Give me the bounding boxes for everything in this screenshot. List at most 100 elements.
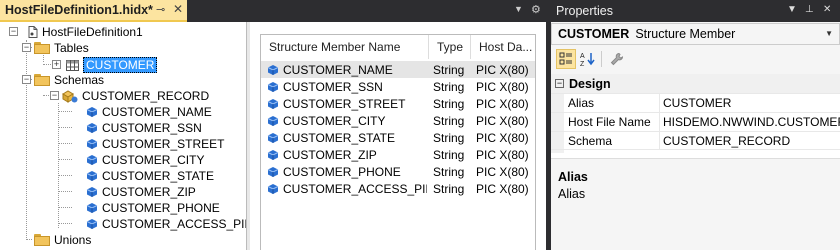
- member-icon: [267, 115, 279, 127]
- properties-pane: Properties ▼ ⊥ ✕ CUSTOMER Structure Memb…: [551, 0, 840, 250]
- row-type: String: [433, 113, 465, 128]
- list-row[interactable]: CUSTOMER_ACCESS_PIN String PIC X(80): [261, 180, 535, 197]
- tree-item-member[interactable]: CUSTOMER_STATE: [86, 168, 214, 184]
- tree-item-member[interactable]: CUSTOMER_STREET: [86, 136, 224, 152]
- collapse-tables-toggle[interactable]: −: [22, 43, 31, 52]
- property-value[interactable]: CUSTOMER_RECORD: [659, 132, 840, 150]
- collapse-schemas-toggle[interactable]: −: [22, 75, 31, 84]
- tree-connector: [26, 239, 32, 240]
- tree-item-member[interactable]: CUSTOMER_CITY: [86, 152, 204, 168]
- row-name: CUSTOMER_ACCESS_PIN: [283, 181, 427, 196]
- tree-item-schemas[interactable]: Schemas: [34, 72, 104, 88]
- member-icon: [267, 98, 279, 110]
- close-icon[interactable]: ✕: [823, 4, 831, 15]
- list-row[interactable]: CUSTOMER_SSN String PIC X(80): [261, 78, 535, 95]
- document-tab[interactable]: HostFileDefinition1.hidx* ⊸ ✕: [0, 0, 187, 22]
- tree-label-member: CUSTOMER_CITY: [102, 153, 205, 167]
- category-design[interactable]: − Design: [551, 74, 840, 93]
- row-name: CUSTOMER_STREET: [283, 96, 406, 111]
- member-icon: [267, 166, 279, 178]
- member-icon: [86, 106, 98, 118]
- tree-item-member[interactable]: CUSTOMER_ZIP: [86, 184, 196, 200]
- categorized-icon: [559, 52, 572, 65]
- wrench-icon: [610, 52, 624, 66]
- column-header-type[interactable]: Type: [429, 35, 471, 59]
- list-row[interactable]: CUSTOMER_PHONE String PIC X(80): [261, 163, 535, 180]
- collapse-category-toggle[interactable]: −: [555, 79, 564, 88]
- tree-item-member[interactable]: CUSTOMER_ACCESS_PIN: [86, 216, 246, 232]
- tree-label-member: CUSTOMER_SSN: [102, 121, 202, 135]
- column-header-host-data[interactable]: Host Da...: [471, 35, 535, 59]
- pin-icon[interactable]: ⊸: [156, 3, 165, 16]
- member-icon: [86, 186, 98, 198]
- property-grid: − Design Alias CUSTOMER Host File Name H…: [551, 74, 840, 158]
- row-host-data: PIC X(80): [476, 181, 529, 196]
- member-icon: [86, 122, 98, 134]
- collapse-record-toggle[interactable]: −: [50, 91, 59, 100]
- object-name: CUSTOMER: [558, 27, 630, 41]
- table-icon: [66, 59, 79, 71]
- tree-item-customer-record[interactable]: CUSTOMER_RECORD: [62, 88, 209, 104]
- description-panel: Alias Alias: [551, 166, 840, 250]
- sort-alpha-icon: AZ: [580, 53, 595, 67]
- member-icon: [86, 170, 98, 182]
- list-row[interactable]: CUSTOMER_CITY String PIC X(80): [261, 112, 535, 129]
- property-value[interactable]: CUSTOMER: [659, 94, 840, 112]
- tree-label-member: CUSTOMER_ZIP: [102, 185, 196, 199]
- tree-item-member[interactable]: CUSTOMER_PHONE: [86, 200, 220, 216]
- row-name: CUSTOMER_STATE: [283, 130, 396, 145]
- list-row[interactable]: CUSTOMER_ZIP String PIC X(80): [261, 146, 535, 163]
- tree-item-member[interactable]: CUSTOMER_NAME: [86, 104, 212, 120]
- pin-icon[interactable]: ⊥: [805, 4, 814, 15]
- window-dropdown-icon[interactable]: ▼: [787, 4, 797, 15]
- row-type: String: [433, 62, 465, 77]
- chevron-down-icon[interactable]: ▼: [825, 29, 833, 38]
- member-icon: [86, 218, 98, 230]
- tree-label-member: CUSTOMER_NAME: [102, 105, 212, 119]
- alphabetical-button[interactable]: AZ: [578, 49, 598, 69]
- list-row[interactable]: CUSTOMER_STREET String PIC X(80): [261, 95, 535, 112]
- row-host-data: PIC X(80): [476, 113, 529, 128]
- settings-icon[interactable]: ⚙: [531, 3, 541, 16]
- member-icon: [267, 81, 279, 93]
- row-name: CUSTOMER_CITY: [283, 113, 386, 128]
- description-text: Alias: [558, 187, 586, 201]
- tree-connector: [58, 207, 72, 208]
- row-type: String: [433, 147, 465, 162]
- tree-item-member[interactable]: CUSTOMER_SSN: [86, 120, 202, 136]
- tree-label-schemas: Schemas: [54, 73, 105, 87]
- row-host-data: PIC X(80): [476, 164, 529, 179]
- tab-dropdown-icon[interactable]: ▼: [514, 4, 523, 14]
- row-host-data: PIC X(80): [476, 96, 529, 111]
- list-row[interactable]: CUSTOMER_NAME String PIC X(80): [261, 61, 535, 78]
- close-icon[interactable]: ✕: [173, 2, 183, 16]
- properties-title: Properties: [556, 4, 613, 18]
- list-row[interactable]: CUSTOMER_STATE String PIC X(80): [261, 129, 535, 146]
- column-header-name[interactable]: Structure Member Name: [261, 35, 429, 59]
- tree-label-member: CUSTOMER_STREET: [102, 137, 225, 151]
- svg-text:Z: Z: [580, 61, 585, 67]
- properties-toolbar: AZ: [551, 46, 840, 72]
- row-host-data: PIC X(80): [476, 130, 529, 145]
- tree-item-root[interactable]: HostFileDefinition1: [28, 24, 143, 40]
- property-row-schema[interactable]: Schema CUSTOMER_RECORD: [551, 131, 840, 150]
- tree-connector: [58, 159, 72, 160]
- row-type: String: [433, 79, 465, 94]
- categorized-button[interactable]: [556, 49, 576, 69]
- property-value[interactable]: HISDEMO.NWWIND.CUSTOMER.DAT: [659, 113, 840, 131]
- tree-connector: [58, 223, 72, 224]
- property-row-host-file-name[interactable]: Host File Name HISDEMO.NWWIND.CUSTOMER.D…: [551, 112, 840, 131]
- property-row-alias[interactable]: Alias CUSTOMER: [551, 93, 840, 112]
- tree-connector: [58, 175, 72, 176]
- row-type: String: [433, 181, 465, 196]
- tree-item-customer[interactable]: CUSTOMER: [66, 57, 158, 73]
- tree-item-unions[interactable]: Unions: [34, 232, 91, 248]
- definition-tree: − HostFileDefinition1 − Tables + CUSTOME…: [0, 22, 247, 250]
- tree-item-tables[interactable]: Tables: [34, 40, 89, 56]
- object-selector[interactable]: CUSTOMER Structure Member ▼: [551, 23, 840, 45]
- collapse-root-toggle[interactable]: −: [9, 27, 18, 36]
- expand-customer-toggle[interactable]: +: [52, 60, 61, 69]
- property-pages-button[interactable]: [607, 49, 627, 69]
- row-host-data: PIC X(80): [476, 147, 529, 162]
- member-icon: [86, 138, 98, 150]
